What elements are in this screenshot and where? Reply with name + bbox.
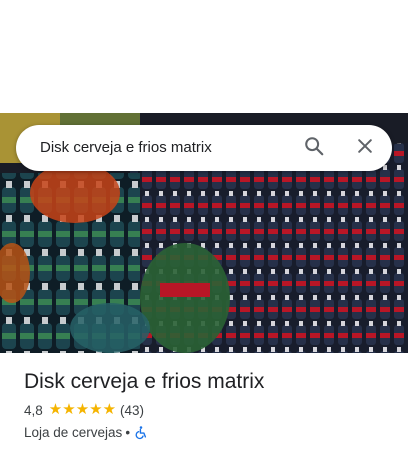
rating-value: 4,8 xyxy=(24,402,43,418)
place-name: Disk cerveja e frios matrix xyxy=(24,370,265,393)
search-button[interactable] xyxy=(298,132,330,164)
star-icon: ★ xyxy=(62,401,76,418)
wheelchair-icon xyxy=(134,425,148,440)
category-row: Loja de cervejas • xyxy=(24,422,394,442)
search-bar: Disk cerveja e frios matrix xyxy=(16,125,392,171)
maps-place-panel: Disk cerveja e frios matrix Disk cerveja… xyxy=(0,0,408,466)
star-icon: ★ xyxy=(48,401,63,418)
search-input[interactable]: Disk cerveja e frios matrix xyxy=(40,125,290,171)
close-button[interactable] xyxy=(349,132,381,164)
separator: • xyxy=(125,424,131,440)
star-icon: ★ xyxy=(102,401,117,418)
place-info: Disk cerveja e frios matrix 4,8 ★ ★ ★ ★ … xyxy=(24,368,394,442)
star-rating: ★ ★ ★ ★ ★ xyxy=(49,401,116,419)
close-icon xyxy=(355,136,375,161)
category-label: Loja de cervejas xyxy=(24,424,123,440)
star-icon: ★ xyxy=(75,401,90,418)
search-icon xyxy=(303,135,325,162)
review-count[interactable]: (43) xyxy=(120,403,144,418)
rating-row[interactable]: 4,8 ★ ★ ★ ★ ★ (43) xyxy=(24,400,394,420)
star-icon: ★ xyxy=(89,401,103,418)
